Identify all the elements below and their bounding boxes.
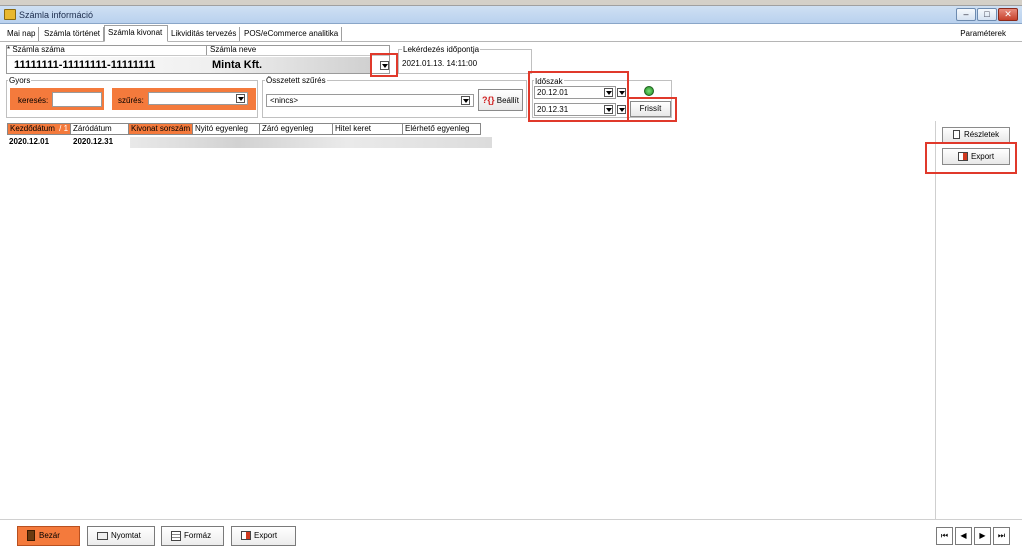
export-bottom-button[interactable]: Export [231,526,296,546]
tab-szamla-tortenet[interactable]: Számla történet [41,27,105,41]
column-header-closing-balance[interactable]: Záró egyenleg [260,123,333,135]
refresh-button[interactable]: Frissít [630,101,671,117]
column-header-available-balance[interactable]: Elérhető egyenleg [403,123,481,135]
column-header-label: Kezdődátum [10,124,55,133]
period-from-dropdown-button[interactable] [604,88,613,97]
composite-filter-select[interactable]: <nincs> [266,94,474,107]
export-icon [241,531,251,541]
composite-filter-dropdown-button[interactable] [461,96,470,105]
status-light-icon [644,86,654,96]
quick-filter-label: szűrés: [118,96,144,105]
last-page-button[interactable]: ⏭ [993,527,1010,545]
quick-group-label: Gyors [8,76,32,85]
details-button-label: Részletek [963,130,1000,139]
setup-button-label: Beállít [496,96,519,105]
format-icon [171,530,181,541]
close-button-label: Bezár [39,531,60,540]
parameters-link[interactable]: Paraméterek [960,29,1006,38]
tab-mai-nap[interactable]: Mai nap [4,27,40,41]
quick-filter-dropdown-button[interactable] [236,94,245,103]
printer-icon [97,531,108,540]
window-title: Számla információ [19,10,94,20]
period-to-spin-button[interactable] [617,105,626,114]
tab-likviditas-tervezes[interactable]: Likviditás tervezés [168,27,241,41]
account-name-label: Számla neve [210,45,257,54]
export-side-button-label: Export [970,152,995,161]
setup-button[interactable]: ?{} Beállít [478,89,523,111]
period-to-dropdown-button[interactable] [604,105,613,114]
column-header-statement-number[interactable]: Kivonat sorszám [129,123,193,135]
close-window-button[interactable]: ✕ [998,8,1018,21]
query-time-value: 2021.01.13. 14:11:00 [402,59,478,68]
period-label: Időszak [534,77,564,86]
sort-indicator: / 1 [59,124,69,133]
app-icon [4,9,16,20]
period-from-spin-button[interactable] [617,88,626,97]
table-row-start-date[interactable]: 2020.12.01 [7,136,49,148]
maximize-button[interactable]: □ [977,8,997,21]
statement-grid [6,121,936,519]
divider [206,45,207,55]
title-bar: Számla információ – □ ✕ [0,6,1022,24]
document-icon [952,130,960,140]
column-header-credit-limit[interactable]: Hitel keret [333,123,403,135]
quick-filter-select[interactable] [148,92,248,105]
quick-search-input[interactable] [52,92,102,107]
composite-filter-label: Összetett szűrés [265,76,327,85]
column-header-end-date[interactable]: Záródátum [71,123,129,135]
previous-page-button[interactable]: ◀ [955,527,972,545]
print-button-label: Nyomtat [111,531,141,540]
table-row-end-date[interactable]: 2020.12.31 [71,136,113,148]
export-icon [957,152,968,162]
account-number-value: 11111111-11111111-11111111 [14,59,156,71]
column-header-opening-balance[interactable]: Nyitó egyenleg [193,123,260,135]
column-header-start-date[interactable]: Kezdődátum / 1 [7,123,71,135]
divider [7,55,389,56]
format-button[interactable]: Formáz [161,526,224,546]
door-icon [27,530,35,542]
query-time-label: Lekérdezés időpontja [402,45,481,54]
details-button[interactable]: Részletek [942,127,1010,143]
print-button[interactable]: Nyomtat [87,526,155,546]
account-name-value: Minta Kft. [212,59,263,71]
setup-icon: ?{} [482,95,495,105]
next-page-button[interactable]: ▶ [974,527,991,545]
tab-pos-ecommerce[interactable]: POS/eCommerce analitika [241,27,343,41]
format-button-label: Formáz [184,531,212,540]
table-row-obscured-values [130,137,492,148]
quick-search-label: keresés: [18,96,49,105]
account-number-label: * Számla száma [7,45,65,54]
minimize-button[interactable]: – [956,8,976,21]
tab-szamla-kivonat[interactable]: Számla kivonat [104,25,168,42]
close-button[interactable]: Bezár [17,526,80,546]
account-dropdown-button[interactable] [380,61,389,70]
export-bottom-button-label: Export [254,531,278,540]
tab-strip: Mai nap Számla történet Számla kivonat L… [0,25,1022,42]
export-side-button[interactable]: Export [942,148,1010,165]
first-page-button[interactable]: ⏮ [936,527,953,545]
